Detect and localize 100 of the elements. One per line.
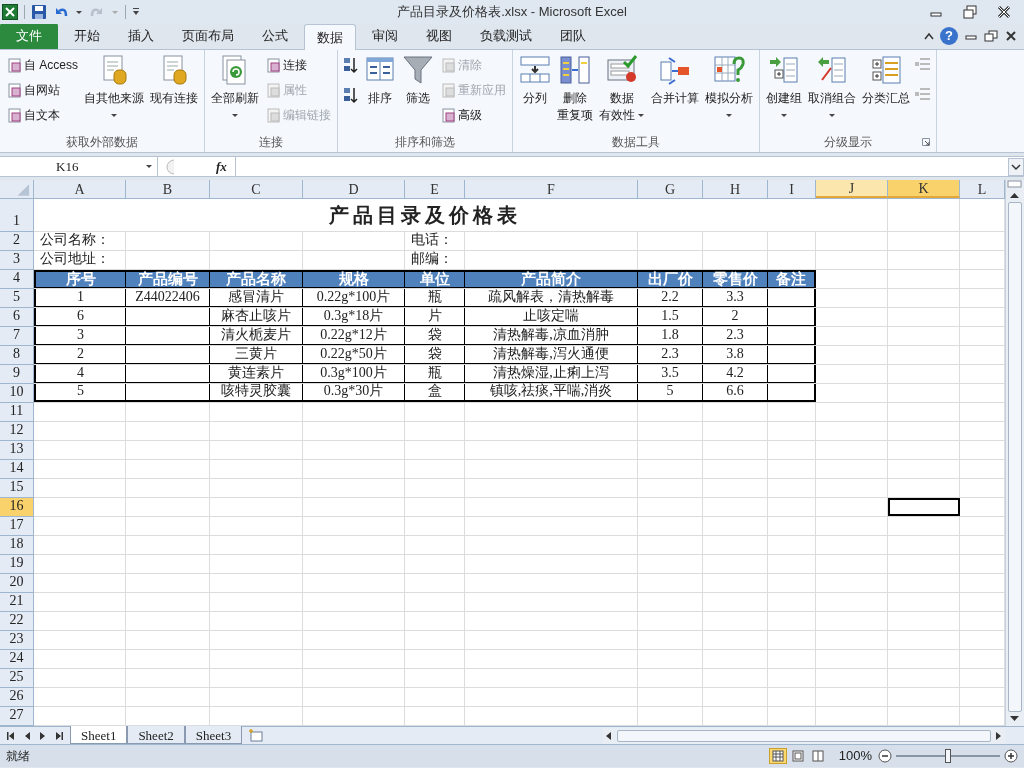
row-header[interactable]: 4	[0, 270, 34, 289]
spreadsheet-logo-icon[interactable]	[2, 4, 18, 20]
column-heading: 单位	[405, 270, 465, 288]
remove-duplicates-icon	[559, 54, 591, 86]
scroll-thumb[interactable]	[617, 729, 991, 742]
column-header[interactable]: K	[888, 180, 960, 198]
column-header[interactable]: J	[816, 180, 888, 198]
row-header[interactable]: 19	[0, 555, 34, 574]
ribbon-button[interactable]: 创建组	[764, 54, 804, 124]
ribbon-tab[interactable]: 开始	[62, 23, 112, 49]
selected-cell[interactable]	[888, 498, 960, 516]
row-header[interactable]: 5	[0, 289, 34, 308]
row-header[interactable]: 14	[0, 460, 34, 479]
row-header[interactable]: 6	[0, 308, 34, 327]
customize-menu-icon[interactable]	[132, 8, 140, 16]
ribbon-tab[interactable]: 负载测试	[468, 23, 544, 49]
caret-icon[interactable]	[725, 113, 733, 118]
table-cell: 麻杏止咳片	[210, 308, 303, 326]
sheet-tab[interactable]: Sheet3	[184, 726, 243, 744]
zoom-level[interactable]: 100%	[838, 746, 872, 766]
row-header[interactable]: 12	[0, 422, 34, 441]
zoom-out-icon[interactable]	[878, 749, 892, 763]
row-header[interactable]: 20	[0, 574, 34, 593]
row-header[interactable]: 3	[0, 251, 34, 270]
ribbon-button[interactable]: 取消组合	[806, 54, 858, 124]
row-header[interactable]: 13	[0, 441, 34, 460]
ribbon-button[interactable]: 自文本	[4, 104, 80, 126]
ribbon-tab[interactable]: 团队	[548, 23, 598, 49]
sheet-tab[interactable]: Sheet1	[70, 726, 128, 744]
ribbon-button[interactable]: 数据 有效性	[597, 54, 647, 124]
caret-icon[interactable]	[110, 113, 118, 118]
row-header[interactable]: 17	[0, 517, 34, 536]
ribbon-tab[interactable]: 审阅	[360, 23, 410, 49]
vertical-scrollbar[interactable]	[1005, 180, 1024, 726]
name-box[interactable]: K16	[0, 157, 158, 176]
help-button[interactable]: ?	[940, 27, 958, 45]
zoom-in-icon[interactable]	[1004, 749, 1018, 763]
ribbon-button[interactable]: 自其他来源	[82, 54, 146, 124]
ribbon-button[interactable]: 自 Access	[4, 54, 80, 76]
ribbon-tab[interactable]: 视图	[414, 23, 464, 49]
table-cell: 1.8	[638, 327, 703, 345]
caret-icon[interactable]	[231, 113, 239, 118]
close-icon[interactable]	[1004, 30, 1018, 42]
collapse-ribbon-icon[interactable]	[924, 32, 934, 40]
caret-icon[interactable]	[780, 113, 788, 118]
ribbon-button[interactable]: 排序	[362, 54, 398, 107]
slider-thumb[interactable]	[945, 749, 951, 763]
ribbon-tab[interactable]: 公式	[250, 23, 300, 49]
status-text: 就绪	[6, 748, 30, 765]
row-header[interactable]: 9	[0, 365, 34, 384]
row-header[interactable]: 7	[0, 327, 34, 346]
function-button[interactable]: fx	[216, 156, 227, 177]
row-header[interactable]: 15	[0, 479, 34, 498]
horizontal-scrollbar[interactable]	[603, 727, 1005, 744]
row-header[interactable]: 8	[0, 346, 34, 365]
row-header[interactable]: 27	[0, 707, 34, 726]
ribbon-button[interactable]: 模拟分析	[703, 54, 755, 124]
ribbon-tab[interactable]: 插入	[116, 23, 166, 49]
restore-icon[interactable]	[960, 4, 980, 20]
row-header[interactable]: 23	[0, 631, 34, 650]
ribbon-button[interactable]: 现有连接	[148, 54, 200, 107]
row-header[interactable]: 11	[0, 403, 34, 422]
sheet-tab[interactable]: Sheet2	[127, 726, 185, 744]
restore-icon[interactable]	[984, 30, 998, 42]
split-handle-icon[interactable]	[1006, 180, 1023, 188]
table-cell: 5	[34, 384, 126, 402]
normal-view-icon[interactable]	[768, 748, 787, 764]
ribbon-tab[interactable]: 文件	[0, 23, 58, 49]
save-icon[interactable]	[31, 4, 47, 20]
row-header[interactable]: 22	[0, 612, 34, 631]
ribbon-button[interactable]: 合并计算	[649, 54, 701, 107]
row-header[interactable]: 2	[0, 232, 34, 251]
ribbon-button[interactable]: 连接	[263, 54, 333, 76]
ribbon-tab[interactable]: 数据	[304, 24, 356, 50]
ribbon-tab[interactable]: 页面布局	[170, 23, 246, 49]
zoom-slider[interactable]	[896, 749, 1000, 763]
row-header[interactable]: 21	[0, 593, 34, 612]
caret-icon[interactable]	[828, 113, 836, 118]
expand-icon[interactable]	[1008, 157, 1024, 176]
row-header[interactable]: 18	[0, 536, 34, 555]
dialog-launcher-icon[interactable]	[922, 138, 930, 146]
table-cell: 瓶	[405, 289, 465, 307]
nav-first-icon[interactable]	[6, 729, 16, 742]
row-header[interactable]: 10	[0, 384, 34, 403]
ribbon-button[interactable]: 分列	[517, 54, 553, 107]
row-header[interactable]: 24	[0, 650, 34, 669]
ribbon-button[interactable]: 筛选	[400, 54, 436, 107]
ribbon-button[interactable]: 删除 重复项	[555, 54, 595, 124]
row-header[interactable]: 16	[0, 498, 34, 517]
caret-icon[interactable]	[75, 9, 83, 15]
ribbon-button[interactable]: 高级	[438, 104, 508, 126]
nav-last-icon[interactable]	[54, 729, 64, 742]
ribbon-button[interactable]: 全部刷新	[209, 54, 261, 124]
caret-icon[interactable]	[637, 113, 645, 118]
ribbon-button[interactable]: 分类汇总	[860, 54, 912, 107]
row-header[interactable]: 25	[0, 669, 34, 688]
ribbon-button[interactable]: 自网站	[4, 79, 80, 101]
row-header[interactable]: 26	[0, 688, 34, 707]
scroll-thumb[interactable]	[1008, 202, 1022, 712]
row-header[interactable]: 1	[0, 199, 34, 232]
